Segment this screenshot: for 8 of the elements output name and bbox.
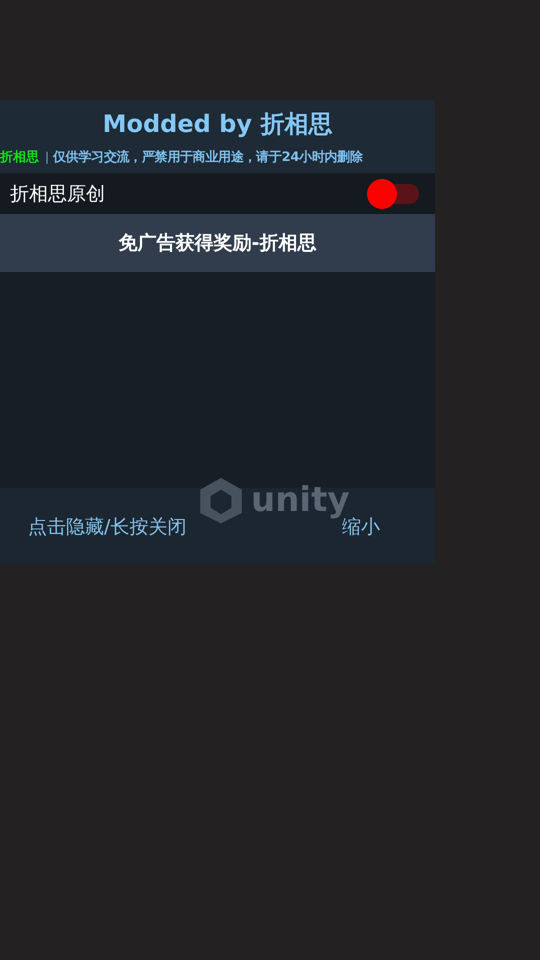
separator-text: | bbox=[45, 150, 50, 164]
menu-title: Modded by 折相思 bbox=[102, 109, 332, 140]
toggle-label: 折相思原创 bbox=[10, 182, 105, 206]
notice-text: 仅供学习交流，严禁用于商业用途，请于24小时内删除 bbox=[53, 148, 363, 166]
author-label: 折相思 bbox=[0, 149, 39, 166]
reward-button[interactable]: 免广告获得奖励-折相思 bbox=[0, 214, 435, 272]
toggle-switch[interactable] bbox=[367, 178, 419, 208]
hide-close-button[interactable]: 点击隐藏/长按关闭 bbox=[28, 514, 186, 540]
